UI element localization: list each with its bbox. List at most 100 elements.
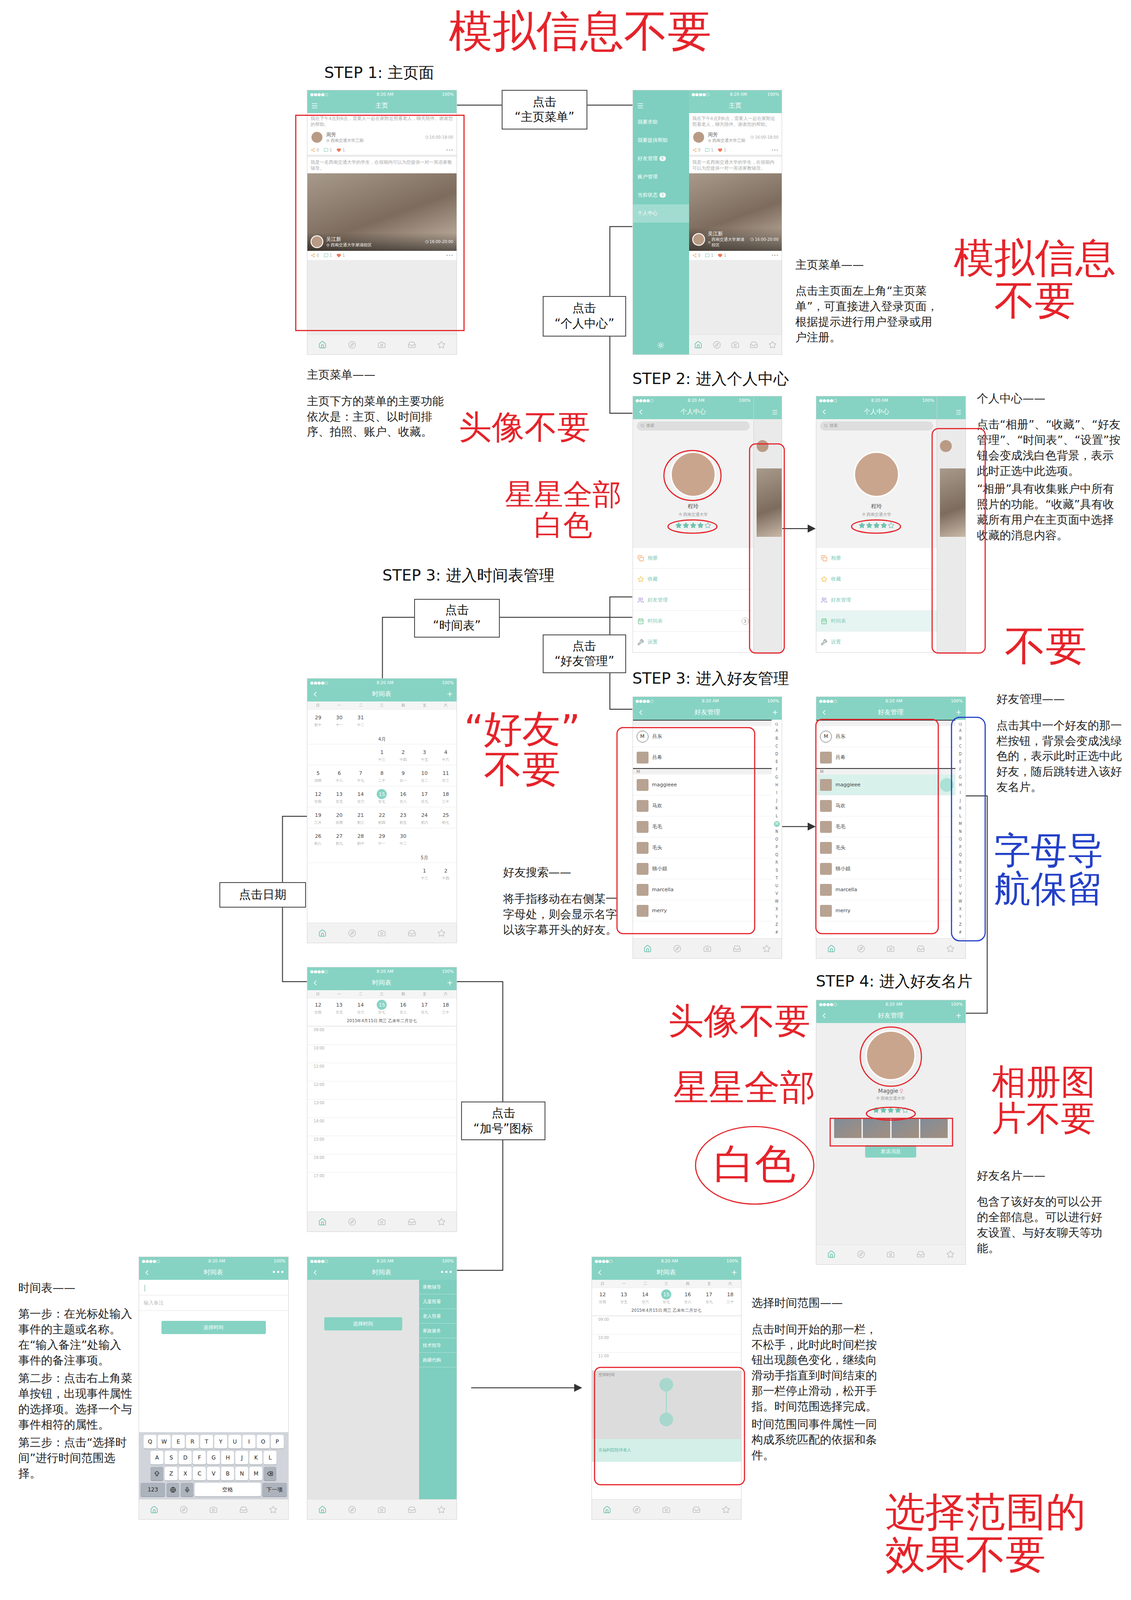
index-letter[interactable]: T	[957, 875, 964, 882]
letter-key[interactable]: D	[178, 1450, 192, 1465]
nav-action-button[interactable]: +	[446, 979, 453, 987]
tab-button[interactable]	[150, 1505, 159, 1514]
index-letter[interactable]: G	[957, 774, 964, 781]
home-peek[interactable]	[753, 396, 783, 653]
contact-row[interactable]: 猫小姐	[632, 858, 773, 880]
post-card[interactable]: 我是一名西南交通大学的学生，在假期内可以为您提供一对一英语家教辅导。吴江新西南交…	[307, 156, 457, 260]
post-action-button[interactable]: 0	[692, 253, 701, 258]
letter-key[interactable]: H	[221, 1450, 234, 1465]
brightness-icon[interactable]	[657, 341, 665, 349]
date-cell[interactable]: 5清明	[307, 765, 329, 786]
index-letter[interactable]: Z	[773, 921, 780, 928]
back-icon[interactable]	[636, 708, 645, 717]
date-cell[interactable]: 29十一	[371, 828, 393, 849]
hour-row[interactable]: 11:00	[591, 1352, 742, 1371]
date-cell[interactable]: 7十九	[349, 765, 372, 786]
index-letter[interactable]: C	[773, 743, 780, 750]
tab-button[interactable]	[318, 928, 327, 938]
index-letter[interactable]: I	[773, 789, 780, 796]
letter-key[interactable]: M	[249, 1466, 263, 1481]
tab-button[interactable]	[827, 944, 836, 953]
date-cell[interactable]: 2十四	[392, 744, 415, 765]
index-letter[interactable]: A	[957, 727, 964, 734]
profile-menu-row[interactable]: 时间表	[816, 610, 937, 632]
date-cell[interactable]: 19三月	[307, 807, 329, 828]
search-field[interactable]: 搜索	[819, 421, 934, 431]
letter-key[interactable]: R	[186, 1434, 199, 1449]
date-cell[interactable]: 8二十	[371, 765, 393, 786]
event-type-option[interactable]: 家教辅导	[419, 1279, 457, 1295]
back-icon[interactable]	[142, 1268, 151, 1277]
contact-row[interactable]: M吕东	[816, 726, 956, 748]
letter-key[interactable]: G	[207, 1450, 220, 1465]
drag-end-handle[interactable]	[659, 1412, 674, 1427]
date-cell[interactable]: 12廿四	[591, 1287, 614, 1306]
date-cell[interactable]: 18三十	[435, 998, 457, 1017]
index-letter[interactable]: I	[957, 789, 964, 796]
index-letter[interactable]: Y	[957, 913, 964, 920]
menu-icon[interactable]	[955, 409, 962, 416]
nav-action-button[interactable]: +	[731, 1268, 737, 1277]
tab-button[interactable]	[437, 1505, 446, 1514]
tab-button[interactable]	[946, 1250, 955, 1259]
letter-key[interactable]: F	[192, 1450, 206, 1465]
function-key[interactable]: 123	[140, 1482, 166, 1497]
date-cell[interactable]: 17廿九	[413, 786, 436, 807]
side-menu-item[interactable]: 个人中心	[632, 204, 690, 223]
letter-key[interactable]: P	[270, 1434, 284, 1449]
date-cell[interactable]: 15廿七	[371, 786, 393, 807]
index-letter[interactable]: Q	[773, 851, 780, 858]
index-letter[interactable]: R	[773, 859, 780, 866]
hour-row[interactable]: 14:00	[307, 1117, 457, 1136]
date-cell[interactable]: 12廿四	[307, 786, 329, 807]
letter-key[interactable]: O	[256, 1434, 270, 1449]
hour-row[interactable]: 10:00	[591, 1333, 742, 1353]
date-cell[interactable]: 10廿二	[413, 765, 436, 786]
index-letter[interactable]: G	[773, 774, 780, 781]
tab-button[interactable]	[437, 1217, 446, 1226]
post-action-button[interactable]: 1	[323, 147, 333, 153]
side-menu-item[interactable]: 好友管理6	[632, 149, 690, 168]
letter-key[interactable]: A	[150, 1450, 164, 1465]
index-letter[interactable]: K	[957, 805, 964, 812]
profile-menu-row[interactable]: 收藏	[816, 568, 937, 590]
hour-row[interactable]: 09:00	[591, 1315, 742, 1334]
date-cell[interactable]: 14廿六	[349, 786, 372, 807]
date-cell[interactable]: 16廿八	[677, 1287, 699, 1306]
more-button[interactable]: •••	[446, 147, 454, 153]
tab-button[interactable]	[856, 944, 866, 953]
index-letter[interactable]: N	[773, 828, 780, 835]
tab-button[interactable]	[673, 944, 682, 953]
nav-action-button[interactable]: +	[955, 1011, 962, 1020]
tab-button[interactable]	[662, 1505, 671, 1514]
letter-key[interactable]: Q	[143, 1434, 157, 1449]
post-action-button[interactable]: 1	[336, 253, 345, 258]
letter-key[interactable]: K	[249, 1450, 263, 1465]
index-letter[interactable]: L	[773, 813, 780, 820]
back-icon[interactable]	[311, 690, 320, 699]
tab-button[interactable]	[732, 944, 742, 953]
hour-row[interactable]: 09:00	[307, 1026, 457, 1045]
letter-key[interactable]: J	[235, 1450, 249, 1465]
date-cell[interactable]: 6十八	[328, 765, 351, 786]
title-input[interactable]: |	[139, 1279, 289, 1296]
user-name[interactable]: 周芳	[326, 131, 423, 139]
hour-row[interactable]: 11:00	[307, 1062, 457, 1081]
post-action-button[interactable]: 1	[705, 147, 714, 153]
index-letter[interactable]: D	[773, 751, 780, 758]
profile-menu-row[interactable]: 相册	[632, 547, 754, 569]
album-photo[interactable]	[862, 1117, 891, 1138]
tab-button[interactable]	[768, 340, 777, 349]
date-cell[interactable]: 23初五	[392, 807, 415, 828]
index-letter[interactable]: V	[773, 890, 780, 897]
index-letter[interactable]: P	[773, 844, 780, 851]
index-letter[interactable]: K	[773, 805, 780, 812]
post-card[interactable]: 我在下午4点到6点，需要人一起在家附近照看老人，聊天陪伴。谢谢您的帮助。周芳西南…	[307, 113, 457, 156]
index-letter[interactable]: Y	[773, 913, 780, 920]
post-action-button[interactable]: 0	[692, 147, 701, 153]
date-cell[interactable]: 31十二	[349, 709, 372, 731]
letter-key[interactable]: X	[178, 1466, 192, 1481]
shift-key[interactable]	[150, 1466, 164, 1481]
tab-button[interactable]	[703, 944, 712, 953]
date-cell[interactable]: 1十三	[371, 744, 393, 765]
